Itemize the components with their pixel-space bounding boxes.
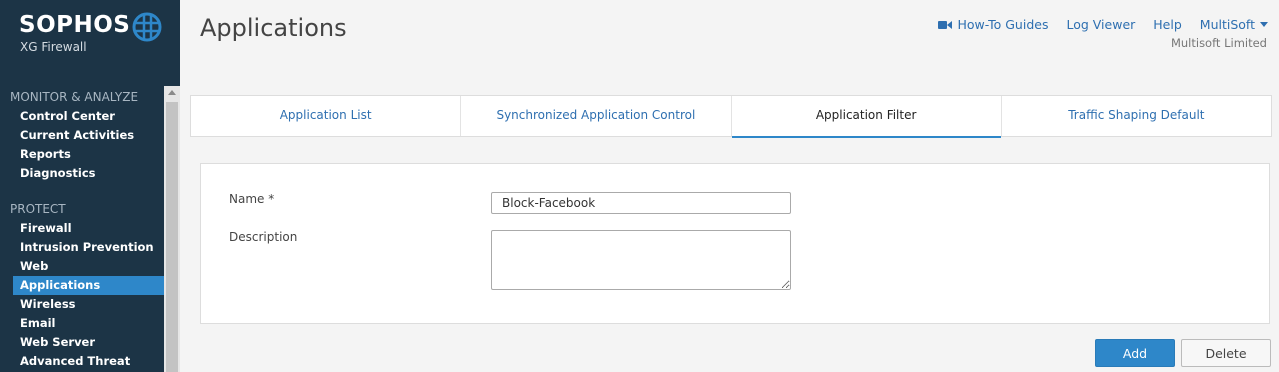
- sidebar-item-web[interactable]: Web: [13, 257, 164, 276]
- scrollbar-thumb[interactable]: [166, 102, 178, 372]
- sidebar-item-applications[interactable]: Applications: [13, 276, 164, 295]
- sidebar-nav: MONITOR & ANALYZE Control Center Current…: [0, 88, 164, 371]
- brand-header: SOPHOS XG Firewall: [0, 0, 180, 80]
- brand-product: XG Firewall: [20, 40, 87, 54]
- sidebar: SOPHOS XG Firewall MONITOR & ANALYZE Con…: [0, 0, 180, 372]
- tab-application-list[interactable]: Application List: [191, 96, 462, 136]
- tab-synchronized-application-control[interactable]: Synchronized Application Control: [461, 96, 732, 136]
- chevron-down-icon: [1260, 22, 1268, 27]
- user-menu-label: MultiSoft: [1199, 17, 1255, 32]
- filter-form-panel: Name * Description: [200, 163, 1270, 324]
- tab-application-filter[interactable]: Application Filter: [731, 96, 1002, 138]
- name-label: Name *: [229, 192, 275, 206]
- description-textarea[interactable]: [491, 230, 791, 290]
- tab-traffic-shaping-default[interactable]: Traffic Shaping Default: [1002, 96, 1271, 136]
- sidebar-item-wireless[interactable]: Wireless: [13, 295, 164, 314]
- nav-gap: [0, 183, 164, 200]
- scroll-up-arrow-icon[interactable]: [164, 86, 180, 100]
- sidebar-item-control-center[interactable]: Control Center: [13, 107, 164, 126]
- top-nav: How-To Guides Log Viewer Help MultiSoft: [920, 17, 1268, 32]
- page-title: Applications: [200, 14, 347, 42]
- how-to-guides-label: How-To Guides: [957, 17, 1049, 32]
- description-label: Description: [229, 230, 298, 244]
- sidebar-item-email[interactable]: Email: [13, 314, 164, 333]
- organization-name: Multisoft Limited: [1170, 36, 1267, 50]
- log-viewer-link[interactable]: Log Viewer: [1066, 17, 1135, 32]
- globe-logo-icon: [132, 12, 162, 42]
- sidebar-item-reports[interactable]: Reports: [13, 145, 164, 164]
- help-link[interactable]: Help: [1153, 17, 1182, 32]
- sidebar-item-web-server[interactable]: Web Server: [13, 333, 164, 352]
- sidebar-item-firewall[interactable]: Firewall: [13, 219, 164, 238]
- sidebar-item-advanced-threat[interactable]: Advanced Threat: [13, 352, 164, 371]
- how-to-guides-link[interactable]: How-To Guides: [938, 17, 1048, 32]
- name-input[interactable]: [491, 192, 791, 214]
- delete-button[interactable]: Delete: [1181, 339, 1271, 367]
- brand-name: SOPHOS: [19, 12, 131, 38]
- nav-section-protect: PROTECT: [10, 202, 66, 216]
- sidebar-item-diagnostics[interactable]: Diagnostics: [13, 164, 164, 183]
- add-button[interactable]: Add: [1095, 339, 1175, 367]
- tab-bar: Application List Synchronized Applicatio…: [190, 95, 1272, 138]
- nav-section-monitor: MONITOR & ANALYZE: [10, 90, 139, 104]
- video-camera-icon: [938, 20, 953, 30]
- sidebar-item-current-activities[interactable]: Current Activities: [13, 126, 164, 145]
- sidebar-item-intrusion-prevention[interactable]: Intrusion Prevention: [13, 238, 164, 257]
- user-menu[interactable]: MultiSoft: [1200, 17, 1268, 32]
